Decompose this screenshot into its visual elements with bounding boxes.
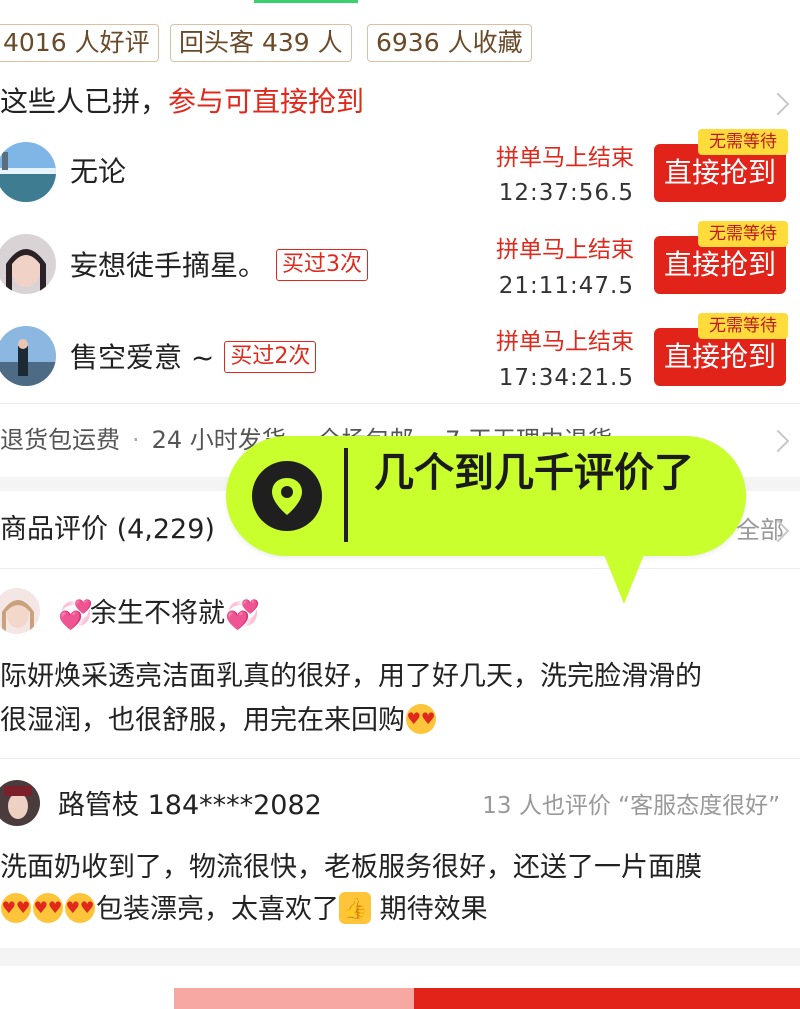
reviews-section-title: 商品评价 (4,229): [0, 514, 215, 545]
participant-name: 妄想徒手摘星。 买过3次: [70, 248, 369, 284]
bought-times-badge: 买过3次: [276, 249, 369, 281]
divider: [0, 403, 800, 404]
heart-emoji-icon: 💞: [225, 597, 260, 631]
overlay-caption: 几个到几千评价了: [374, 450, 694, 496]
review-text: 很湿润，也很舒服，用完在来回购: [0, 705, 405, 736]
service-return-shipping: 退货包运费: [0, 426, 120, 454]
reviewer-name: 路管枝 184****2082: [58, 790, 322, 821]
avatar: [0, 142, 56, 202]
divider: [0, 568, 800, 569]
participant-name: 售空爱意 ~ 买过2次: [70, 340, 317, 376]
separator-dot: ·: [132, 426, 140, 454]
reviewer-name: 💞余生不将就💞: [58, 596, 260, 632]
bottom-left-area: [0, 988, 174, 1009]
heart-emoji-icon: 💞: [58, 597, 93, 631]
review-text: 期待效果: [379, 894, 488, 925]
review-text: 包装漂亮，太喜欢了: [96, 894, 339, 925]
countdown-timer: 21:11:47.5: [498, 273, 634, 299]
service-chevron-icon[interactable]: [766, 429, 790, 453]
review-text-line: ♥♥ ♥♥ ♥♥包装漂亮，太喜欢了 👍 期待效果: [0, 887, 800, 933]
heart-eyes-emoji-icon: ♥♥: [406, 703, 436, 734]
avatar: [0, 780, 40, 826]
overlay-bubble-tail: [598, 540, 650, 604]
review-text-line: 很湿润，也很舒服，用完在来回购 ♥♥: [0, 698, 800, 744]
group-buy-button[interactable]: [414, 988, 800, 1009]
avatar: [0, 588, 40, 634]
single-buy-button[interactable]: [174, 988, 414, 1009]
top-green-edge: [254, 0, 358, 3]
group-buy-title[interactable]: 这些人已拼，参与可直接抢到: [0, 84, 364, 120]
also-reviewed-hint[interactable]: 13 人也评价 “客服态度很好”: [482, 790, 780, 822]
group-ending-label: 拼单马上结束: [496, 145, 634, 171]
countdown-timer: 17:34:21.5: [498, 365, 634, 391]
no-wait-badge: 无需等待: [698, 221, 788, 247]
group-buy-title-prefix: 这些人已拼，: [0, 85, 169, 118]
participant-name-text: 妄想徒手摘星。: [70, 249, 267, 282]
no-wait-badge: 无需等待: [698, 129, 788, 155]
location-pin-icon: [252, 461, 322, 531]
heart-eyes-emoji-icon: ♥♥: [65, 892, 95, 923]
review-text-line: 洗面奶收到了，物流很快，老板服务很好，还送了一片面膜: [0, 852, 702, 883]
participant-name: 无论: [70, 155, 127, 188]
participant-name-text: 售空爱意 ~: [70, 341, 215, 374]
group-ending-label: 拼单马上结束: [496, 237, 634, 263]
avatar: [0, 234, 56, 294]
countdown-timer: 12:37:56.5: [498, 180, 634, 206]
group-buy-title-highlight: 参与可直接抢到: [168, 85, 365, 118]
repeat-customers-tag[interactable]: 回头客 439 人: [170, 24, 352, 62]
section-gap: [0, 948, 800, 966]
group-buy-chevron-icon[interactable]: [766, 92, 790, 116]
review-text-line: 际妍焕采透亮洁面乳真的很好，用了好几天，洗完脸滑滑的: [0, 661, 702, 692]
heart-eyes-emoji-icon: ♥♥: [33, 892, 63, 923]
overlay-separator: [344, 448, 348, 542]
good-reviews-tag[interactable]: 4016 人好评: [0, 24, 159, 62]
reviewer-name-text: 余生不将就: [90, 598, 225, 629]
heart-eyes-emoji-icon: ♥♥: [1, 892, 31, 923]
divider: [0, 758, 800, 759]
group-ending-label: 拼单马上结束: [496, 329, 634, 355]
no-wait-badge: 无需等待: [698, 313, 788, 339]
bought-times-badge: 买过2次: [224, 341, 317, 373]
thumbs-up-emoji-icon: 👍: [339, 891, 371, 924]
favorites-tag[interactable]: 6936 人收藏: [367, 24, 532, 62]
avatar: [0, 326, 56, 386]
bottom-action-bar: [0, 988, 800, 1009]
